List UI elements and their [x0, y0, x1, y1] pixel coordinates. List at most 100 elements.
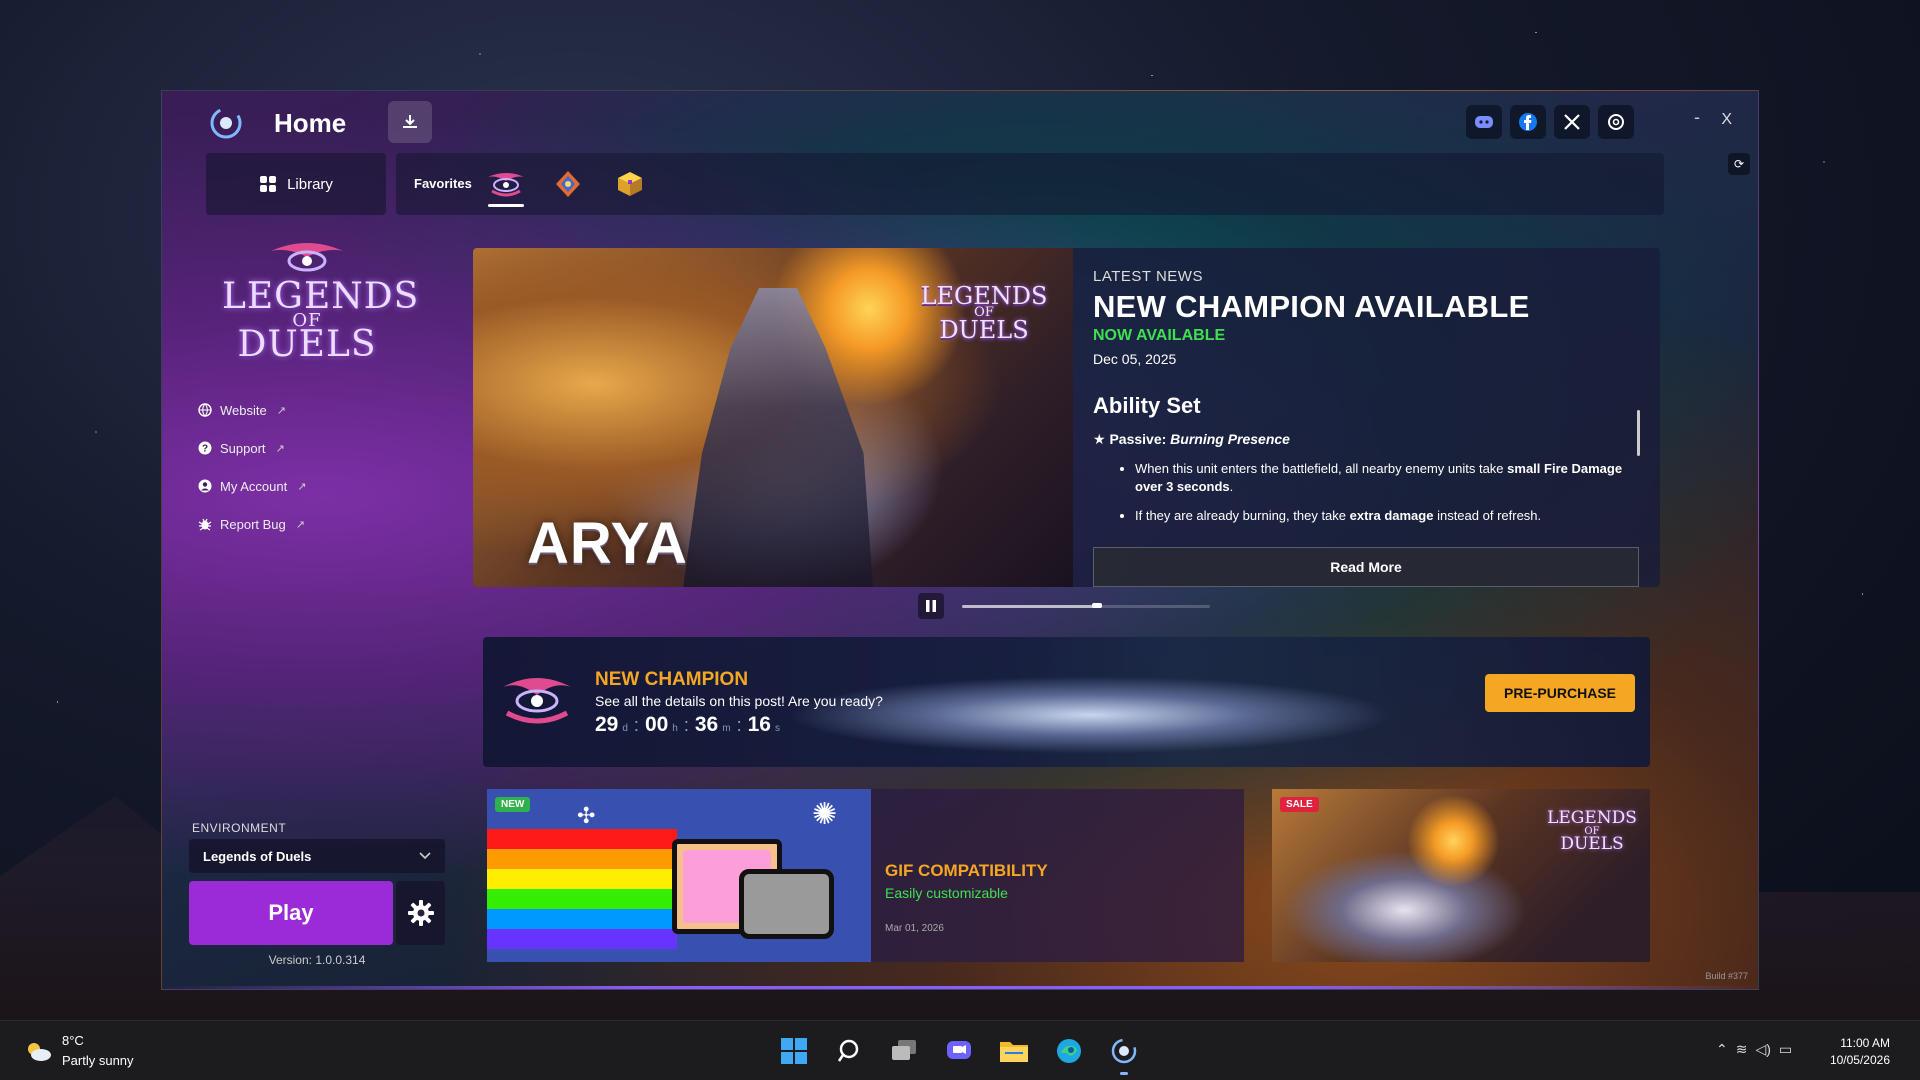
gif-feature-card[interactable]: ✣ ✺ NEW GIF COMPATIBILITY Easily customi…: [487, 789, 1244, 962]
x-icon: [1564, 114, 1580, 130]
start-button[interactable]: [776, 1033, 812, 1069]
detail-text: If they are already burning, they take: [1135, 508, 1350, 523]
clock-date: 10/05/2026: [1829, 1053, 1890, 1067]
news-logo-line1: LEGENDS: [920, 282, 1048, 310]
ability-detail-item: If they are already burning, they take e…: [1135, 507, 1643, 525]
clock-time: 11:00 AM: [1840, 1036, 1890, 1050]
weather-widget[interactable]: 8°C Partly sunny: [24, 1031, 134, 1071]
nyan-cat-image: ✣ ✺ NEW: [487, 789, 871, 962]
help-icon: ?: [198, 441, 212, 455]
countdown-hours-unit: h: [672, 723, 678, 734]
countdown-separator: :: [633, 715, 639, 735]
external-link-icon: ↗: [297, 480, 307, 493]
sidebar-link-report-bug[interactable]: Report Bug ↗: [198, 505, 306, 543]
news-image[interactable]: LEGENDS OF DUELS ARYA: [473, 248, 1073, 587]
sidebar-link-label: Website: [220, 402, 267, 418]
sale-badge: SALE: [1280, 797, 1319, 812]
refresh-icon: ⟳: [1733, 157, 1745, 171]
banner-title: NEW CHAMPION: [595, 669, 749, 690]
taskbar-apps: [776, 1033, 1142, 1075]
download-icon: [403, 115, 417, 128]
game-settings-button[interactable]: [396, 881, 445, 945]
download-button[interactable]: [388, 101, 432, 143]
taskbar: 8°C Partly sunny ⌃ ≋ ◁) ▭ 11:00 AM 10/05…: [0, 1020, 1920, 1080]
x-button[interactable]: [1554, 105, 1590, 139]
news-scrollbar[interactable]: [1637, 410, 1640, 456]
detail-text: instead of refresh.: [1433, 508, 1542, 523]
search-button[interactable]: [831, 1033, 867, 1069]
sale-card[interactable]: SALE LEGENDS OF DUELS: [1272, 789, 1650, 962]
account-icon: [198, 479, 212, 493]
detail-text: .: [1229, 479, 1234, 494]
read-more-button[interactable]: Read More: [1093, 547, 1639, 587]
new-champion-banner[interactable]: NEW CHAMPION See all the details on this…: [483, 637, 1650, 767]
gif-card-subtitle: Easily customizable: [885, 885, 1008, 901]
library-label: Library: [287, 175, 333, 193]
carousel-pause-button[interactable]: [918, 593, 944, 619]
game-logo-emblem-icon: [271, 243, 343, 272]
chat-icon: [947, 1041, 971, 1059]
detail-emphasis: extra damage: [1349, 508, 1434, 523]
minimize-button[interactable]: -: [1694, 107, 1700, 128]
sidebar-link-website[interactable]: Website ↗: [198, 391, 306, 429]
carousel-progress[interactable]: [962, 605, 1210, 608]
news-content: LATEST NEWS NEW CHAMPION AVAILABLE NOW A…: [1093, 268, 1643, 536]
task-view-icon: [892, 1040, 916, 1060]
favorites-label: Favorites: [414, 176, 472, 191]
sparkle-icon: ✺: [812, 798, 838, 831]
carousel-progress-fill: [962, 605, 1099, 608]
facebook-button[interactable]: [1510, 105, 1546, 139]
launcher-taskbar-button[interactable]: [1106, 1033, 1142, 1075]
play-button[interactable]: Play: [189, 881, 393, 945]
countdown-minutes-unit: m: [722, 723, 731, 734]
chevron-up-icon[interactable]: ⌃: [1716, 1041, 1728, 1058]
external-link-icon: ↗: [276, 404, 286, 417]
news-kicker: LATEST NEWS: [1093, 268, 1203, 285]
news-title: NEW CHAMPION AVAILABLE: [1093, 289, 1530, 324]
teams-chat-button[interactable]: [941, 1033, 977, 1069]
discord-button[interactable]: [1466, 105, 1502, 139]
cube-game-icon: [618, 172, 642, 196]
chevron-down-icon: [419, 852, 431, 860]
library-button[interactable]: Library: [206, 153, 386, 215]
volume-icon[interactable]: ◁): [1755, 1041, 1770, 1058]
globe-icon: [198, 403, 212, 417]
version-text: Version: 1.0.0.314: [268, 953, 366, 967]
page-title: Home: [274, 108, 347, 138]
launcher-window: Home - X Library Favorites ⟳ LEGENDS OF …: [161, 90, 1759, 990]
file-explorer-button[interactable]: [996, 1033, 1032, 1069]
close-button[interactable]: X: [1721, 111, 1732, 129]
bug-icon: [198, 518, 212, 531]
legends-of-duels-icon: [503, 678, 571, 724]
sidebar-link-my-account[interactable]: My Account ↗: [198, 467, 306, 505]
folder-icon: [1000, 1042, 1028, 1062]
sidebar-link-support[interactable]: ? Support ↗: [198, 429, 306, 467]
pre-purchase-button[interactable]: PRE-PURCHASE: [1485, 674, 1635, 712]
grid-icon: [260, 176, 277, 192]
task-view-button[interactable]: [886, 1033, 922, 1069]
sale-logo-line3: DUELS: [1560, 834, 1624, 854]
news-image-logo: LEGENDS OF DUELS: [919, 282, 1049, 342]
refresh-button[interactable]: ⟳: [1728, 153, 1750, 175]
launcher-icon: [1111, 1038, 1137, 1064]
wifi-icon[interactable]: ≋: [1736, 1041, 1748, 1058]
discord-icon: [1475, 116, 1493, 128]
battery-icon[interactable]: ▭: [1779, 1041, 1792, 1058]
clock[interactable]: 11:00 AM 10/05/2026: [1830, 1035, 1890, 1069]
news-status: NOW AVAILABLE: [1093, 327, 1226, 344]
favorite-cube-game[interactable]: [610, 167, 650, 201]
facebook-icon: [1519, 113, 1537, 131]
gif-card-title: GIF COMPATIBILITY: [885, 861, 1048, 880]
game-logo-line1: LEGENDS: [222, 276, 420, 317]
edge-browser-button[interactable]: [1051, 1033, 1087, 1069]
favorite-rune-game[interactable]: [548, 167, 588, 201]
favorite-legends-of-duels[interactable]: [486, 167, 526, 207]
gear-icon: [407, 900, 434, 926]
passive-prefix: ★ Passive:: [1093, 431, 1171, 447]
ability-set-heading: Ability Set: [1093, 393, 1201, 418]
environment-select[interactable]: Legends of Duels: [189, 839, 445, 873]
news-carousel: LEGENDS OF DUELS ARYA LATEST NEWS NEW CH…: [473, 248, 1660, 587]
threads-button[interactable]: [1598, 105, 1634, 139]
cat-head: [739, 869, 834, 939]
champion-name: ARYA: [527, 511, 688, 576]
